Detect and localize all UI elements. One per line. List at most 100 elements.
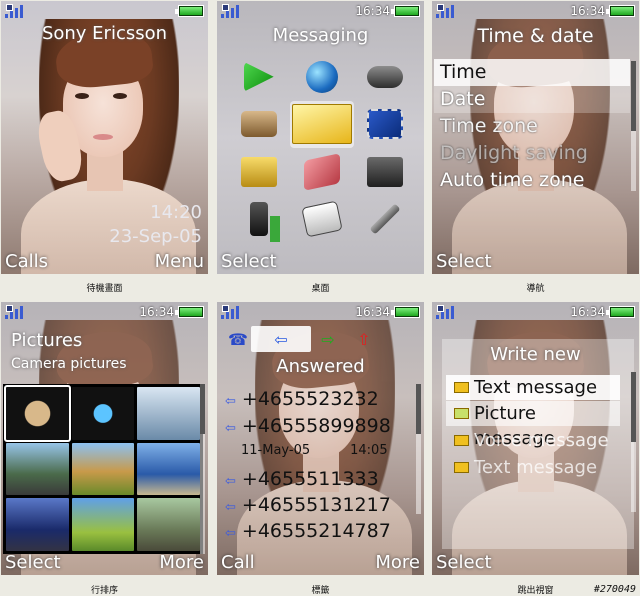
item-label: Text message <box>474 457 598 478</box>
signal-icon <box>5 305 25 319</box>
scrollbar[interactable] <box>631 61 636 191</box>
book-icon[interactable] <box>290 148 353 196</box>
picture-thumb[interactable] <box>137 498 200 551</box>
calls-title: Answered <box>276 356 365 377</box>
call-softkey[interactable]: Call <box>221 552 255 573</box>
incoming-call-icon: ⇦ <box>225 394 236 409</box>
scrollbar[interactable] <box>631 372 636 512</box>
select-softkey[interactable]: Select <box>436 552 492 573</box>
incoming-call-icon: ⇦ <box>225 421 236 436</box>
picture-thumb[interactable] <box>71 498 135 551</box>
menu-softkey[interactable]: Menu <box>155 251 204 272</box>
status-bar: 16:34 <box>1 302 208 322</box>
picture-thumb[interactable] <box>6 442 69 496</box>
menu-item-daylight-saving[interactable]: Daylight saving <box>434 140 630 167</box>
answered-tab[interactable]: ⇦ <box>251 326 311 352</box>
pictures-title: Pictures <box>11 330 83 351</box>
status-bar: 16:34 <box>432 302 639 322</box>
status-clock: 16:34 <box>139 305 174 319</box>
caption-calls: 標籤 <box>311 586 330 596</box>
call-tabs: ☎ ⇦ ⇨ ⇧ <box>217 322 424 358</box>
write-new-title: Write new <box>490 344 581 365</box>
wrench-icon[interactable] <box>354 196 417 244</box>
missed-tab[interactable]: ⇧ <box>349 326 379 352</box>
battery-icon <box>175 306 204 318</box>
select-softkey[interactable]: Select <box>5 552 61 573</box>
menu-item-auto-time-zone[interactable]: Auto time zone <box>434 167 630 194</box>
globe-thumb[interactable] <box>71 387 135 440</box>
calendar-icon[interactable] <box>290 196 353 244</box>
picture-thumb[interactable] <box>71 442 135 496</box>
menu-item-time-zone[interactable]: Time zone <box>434 113 630 140</box>
picture-thumb[interactable] <box>137 387 200 440</box>
more-softkey[interactable]: More <box>159 552 204 573</box>
call-entry[interactable]: ⇦ +4655523232 <box>225 388 379 410</box>
thumbnail-grid <box>3 384 203 554</box>
write-new-screen: 16:34 Write new Text message Picture mes… <box>432 302 639 575</box>
scrollbar[interactable] <box>200 384 205 554</box>
call-number: +46555899898 <box>241 415 391 437</box>
watermark: #270049 <box>593 584 636 595</box>
envelope-icon[interactable] <box>290 100 354 148</box>
standby-time: 14:20 <box>150 202 202 223</box>
camera-folder-thumb[interactable] <box>4 385 71 442</box>
incoming-call-icon: ⇦ <box>225 500 236 515</box>
play-icon[interactable] <box>227 53 290 101</box>
caption-desktop: 桌面 <box>311 284 330 294</box>
gamepad-icon[interactable] <box>354 53 417 101</box>
envelope-icon <box>454 462 469 473</box>
battery-icon <box>391 5 420 17</box>
phone-info-icon[interactable] <box>227 196 290 244</box>
call-entry[interactable]: ⇦ +46555131217 <box>225 494 391 516</box>
menu-item-text-message[interactable]: Text message <box>446 375 620 400</box>
all-calls-tab[interactable]: ☎ <box>223 326 253 352</box>
signal-icon <box>436 305 456 319</box>
status-bar <box>1 1 208 21</box>
menu-item-date[interactable]: Date <box>434 86 630 113</box>
status-clock: 16:34 <box>570 305 605 319</box>
calls-screen: 16:34 ☎ ⇦ ⇨ ⇧ Answered ⇦ +4655523232 ⇦ +46… <box>217 302 424 575</box>
status-clock: 16:34 <box>355 4 390 18</box>
battery-icon <box>175 5 204 17</box>
status-clock: 16:34 <box>355 305 390 319</box>
status-bar: 16:34 <box>217 1 424 21</box>
incoming-call-icon: ⇦ <box>225 474 236 489</box>
battery-icon <box>606 5 635 17</box>
status-clock: 16:34 <box>570 4 605 18</box>
folder-icon[interactable] <box>227 148 290 196</box>
signal-icon <box>5 4 25 18</box>
picture-thumb[interactable] <box>137 442 200 496</box>
menu-item-voice-message[interactable]: Voice message <box>446 428 620 453</box>
radio-icon[interactable] <box>354 148 417 196</box>
caption-pictures: 行排序 <box>90 586 118 596</box>
call-number: +46555214787 <box>241 520 391 542</box>
camera-icon[interactable] <box>227 101 290 149</box>
incoming-call-icon: ⇦ <box>225 526 236 541</box>
battery-icon <box>391 306 420 318</box>
menu-item-picture-message[interactable]: Picture message <box>446 401 620 449</box>
call-entry[interactable]: ⇦ +4655511333 <box>225 468 379 490</box>
picture-thumb[interactable] <box>6 498 69 551</box>
select-softkey[interactable]: Select <box>436 251 492 272</box>
status-bar: 16:34 <box>432 1 639 21</box>
select-softkey[interactable]: Select <box>221 251 277 272</box>
call-number: +46555131217 <box>241 494 391 516</box>
film-icon[interactable] <box>354 101 417 149</box>
scrollbar[interactable] <box>416 384 421 514</box>
item-label: Text message <box>474 377 598 398</box>
call-detail: 11-May-05 14:05 <box>241 443 388 458</box>
globe-phone-icon[interactable] <box>290 53 353 101</box>
calls-softkey[interactable]: Calls <box>5 251 48 272</box>
caption-navigation: 導航 <box>526 284 545 294</box>
menu-item-time[interactable]: Time <box>434 59 630 86</box>
call-entry[interactable]: ⇦ +46555214787 <box>225 520 391 542</box>
call-entry[interactable]: ⇦ +46555899898 <box>225 415 391 437</box>
standby-screen: Sony Ericsson 14:20 23-Sep-05 Calls Menu <box>1 1 208 274</box>
more-softkey[interactable]: More <box>375 552 420 573</box>
time-date-screen: 16:34 Time & date Time Date Time zone Da… <box>432 1 639 274</box>
item-label: Voice message <box>474 430 609 451</box>
signal-icon <box>436 4 456 18</box>
dialled-tab[interactable]: ⇨ <box>313 326 343 352</box>
status-bar: 16:34 <box>217 302 424 322</box>
menu-item-text-message-2[interactable]: Text message <box>446 455 620 480</box>
